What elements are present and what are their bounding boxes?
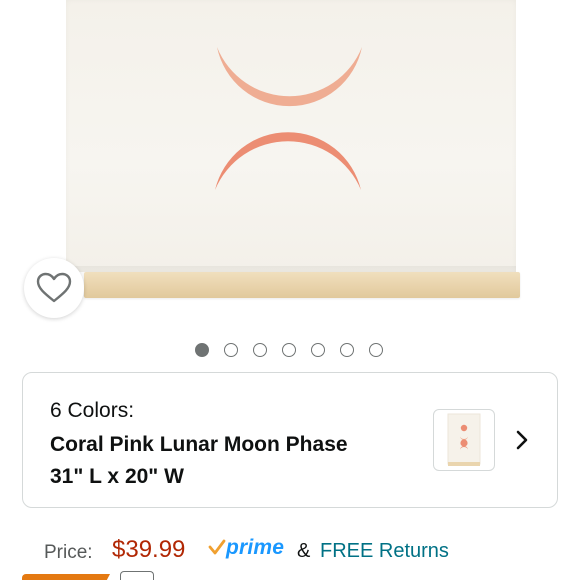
upper-crescent-moon: [217, 47, 362, 107]
price-label: Price:: [44, 542, 93, 563]
ampersand: &: [297, 540, 311, 562]
colors-count-label: 6 Colors:: [50, 399, 135, 422]
carousel-dot[interactable]: [195, 343, 209, 357]
prime-text: prime: [226, 536, 285, 559]
wishlist-button[interactable]: [24, 258, 84, 318]
selected-color-swatch[interactable]: [433, 409, 495, 471]
price-row: Price: $39.99 prime & FREE Returns: [44, 534, 564, 566]
prime-check-icon: [208, 539, 226, 555]
carousel-dot[interactable]: [311, 343, 325, 357]
selected-color-name: Coral Pink Lunar Moon Phase 31" L x 20" …: [50, 433, 348, 488]
product-image[interactable]: [0, 0, 580, 336]
carousel-dot[interactable]: [253, 343, 267, 357]
carousel-dot[interactable]: [224, 343, 238, 357]
chevron-right-icon[interactable]: [511, 429, 533, 451]
free-returns-link[interactable]: FREE Returns: [320, 540, 449, 563]
wooden-hanger-dowel: [84, 272, 520, 298]
prime-badge[interactable]: prime: [208, 534, 284, 562]
price-value: $39.99: [112, 536, 186, 563]
carousel-dot[interactable]: [369, 343, 383, 357]
deal-badge: [22, 574, 110, 580]
carousel-dot[interactable]: [340, 343, 354, 357]
image-carousel-dots: [0, 343, 580, 357]
lower-crescent-moon: [215, 132, 361, 190]
color-variation-selector[interactable]: 6 Colors: Coral Pink Lunar Moon Phase 31…: [22, 372, 558, 508]
heart-icon: [36, 272, 72, 303]
info-icon[interactable]: [120, 571, 154, 580]
carousel-dot[interactable]: [282, 343, 296, 357]
moon-phase-graphic: [215, 47, 362, 190]
moon-phase-swatch-thumbnail: [447, 413, 481, 466]
